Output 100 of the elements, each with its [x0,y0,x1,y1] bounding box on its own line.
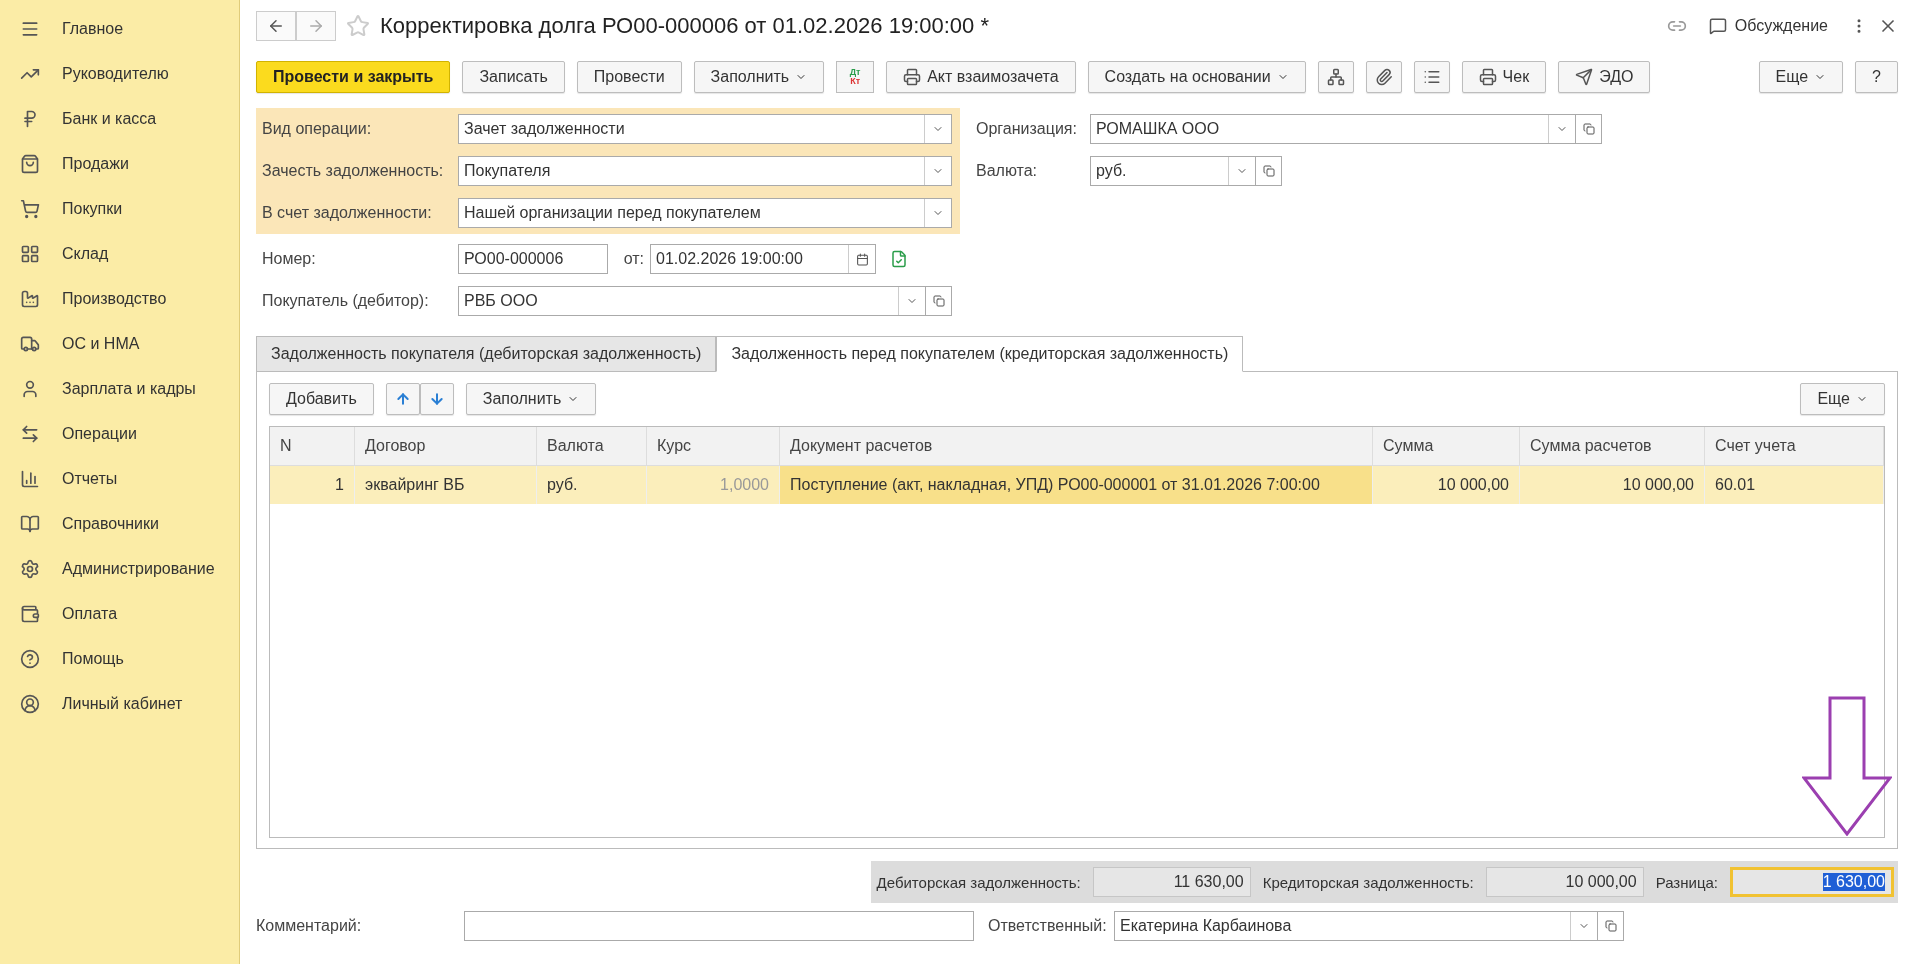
tab[interactable]: Задолженность перед покупателем (кредиторская задолженность) [716,336,1244,372]
sidebar-label: Отчеты [62,469,118,488]
sidebar-item[interactable]: Помощь [0,636,239,681]
attach-button[interactable] [1365,61,1402,93]
total-field[interactable]: 11 630,00 [1092,867,1251,897]
post-and-close-button[interactable]: Провести и закрыть [256,61,451,93]
sidebar-item[interactable]: Склад [0,231,239,276]
column-header: Сумма расчетов [1520,427,1705,466]
select-field[interactable]: РВБ ООО [458,286,926,316]
total-label: Разница: [1655,873,1718,891]
sidebar-label: Покупки [62,199,123,218]
select-field[interactable]: Екатерина Карбаинова [1114,911,1598,941]
sidebar-label: Руководителю [62,64,169,83]
number-field[interactable]: РО00-000006 [458,244,608,274]
forward-button[interactable] [296,11,336,41]
bar-chart-icon [20,468,40,489]
sidebar-label: Производство [62,289,167,308]
star-icon[interactable] [346,14,370,38]
sidebar-label: Склад [62,244,109,263]
table-cell[interactable]: 60.01 [1705,466,1884,504]
table-cell[interactable]: 1 [270,466,355,504]
comment-field[interactable] [464,911,974,941]
sidebar-item[interactable]: Справочники [0,501,239,546]
toolbar-button[interactable]: Провести [576,61,682,93]
toolbar-button[interactable]: Записать [462,61,565,93]
field-label: Ответственный: [988,917,1108,935]
calendar-icon [855,252,869,266]
sidebar-item[interactable]: Личный кабинет [0,681,239,726]
field-label: Вид операции: [262,120,373,138]
printer-icon [903,68,922,86]
toolbar-button[interactable]: ? [1855,61,1898,93]
sidebar-item[interactable]: Зарплата и кадры [0,366,239,411]
select-field[interactable]: РОМАШКА ООО [1090,114,1576,144]
column-header: Договор [355,427,537,466]
open-button[interactable] [1576,114,1602,144]
table-cell[interactable]: руб. [537,466,647,504]
open-button[interactable] [926,286,952,316]
total-field[interactable]: 10 000,00 [1485,867,1644,897]
exchange-icon [20,423,40,444]
sidebar-item[interactable]: Продажи [0,141,239,186]
select-field[interactable]: Нашей организации перед покупателем [458,198,952,228]
select-field[interactable]: Зачет задолженности [458,114,952,144]
select-field[interactable]: Покупателя [458,156,952,186]
open-icon [1262,165,1275,177]
sidebar-item[interactable]: Отчеты [0,456,239,501]
date-field[interactable]: 01.02.2026 19:00:00 [650,244,876,274]
dropdown-button[interactable]: Еще [1758,61,1844,93]
table-cell[interactable]: 10 000,00 [1373,466,1520,504]
sidebar-label: Операции [62,424,137,443]
sidebar-item[interactable]: Банк и касса [0,96,239,141]
sidebar-label: Главное [62,19,124,38]
list-button[interactable] [1413,61,1450,93]
person-icon [20,378,40,399]
table-cell[interactable]: Поступление (акт, накладная, УПД) РО00-000001 от 31.01.2026 7:00:00 [780,466,1373,504]
sidebar-item[interactable]: Операции [0,411,239,456]
select-field[interactable]: руб. [1090,156,1256,186]
account-icon [20,693,40,714]
grid-icon [20,243,40,264]
back-button[interactable] [256,11,296,41]
table-cell[interactable]: эквайринг ВБ [355,466,537,504]
column-header: Валюта [537,427,647,466]
structure-button[interactable] [1317,61,1354,93]
column-header: Счет учета [1705,427,1884,466]
dropdown-button[interactable]: Еще [1800,383,1885,415]
total-label: Дебиторская задолженность: [876,873,1081,891]
dropdown-button[interactable]: Заполнить [465,383,597,415]
sidebar-item[interactable]: Главное [0,6,239,51]
open-icon [1582,123,1595,135]
table-cell[interactable]: 10 000,00 [1520,466,1705,504]
field-label: Покупатель (дебитор): [262,292,430,310]
sidebar-item[interactable]: Оплата [0,591,239,636]
sidebar-item[interactable]: ОС и НМА [0,321,239,366]
sidebar-item[interactable]: Администрирование [0,546,239,591]
add-button[interactable]: Добавить [269,383,374,415]
open-icon [1604,920,1617,932]
send-icon [1575,68,1594,86]
sidebar-item[interactable]: Производство [0,276,239,321]
open-button[interactable] [1598,911,1624,941]
printer-icon [1478,68,1497,86]
print-button[interactable]: Чек [1461,61,1547,93]
field-label: Зачесть задолженность: [262,162,445,180]
sidebar-label: Продажи [62,154,129,173]
tab[interactable]: Задолженность покупателя (дебиторская задолженность) [256,336,717,371]
open-button[interactable] [1256,156,1282,186]
dt-kt-button[interactable]: Дт Кт [836,61,875,93]
help-icon [20,648,40,669]
edo-button[interactable]: ЭДО [1558,61,1651,93]
field-label: Комментарий: [256,917,363,935]
sidebar-item[interactable]: Покупки [0,186,239,231]
sidebar-item[interactable]: Руководителю [0,51,239,96]
column-header: Документ расчетов [780,427,1373,466]
total-field[interactable]: 1 630,00 [1730,867,1894,897]
print-button[interactable]: Акт взаимозачета [886,61,1076,93]
move-down-button[interactable] [419,383,454,415]
discussion-button[interactable]: Обсуждение [1696,17,1840,35]
document-check-icon[interactable] [890,250,908,268]
dropdown-button[interactable]: Заполнить [693,61,825,93]
move-up-button[interactable] [385,383,420,415]
dropdown-button[interactable]: Создать на основании [1087,61,1306,93]
sidebar-label: Справочники [62,514,159,533]
